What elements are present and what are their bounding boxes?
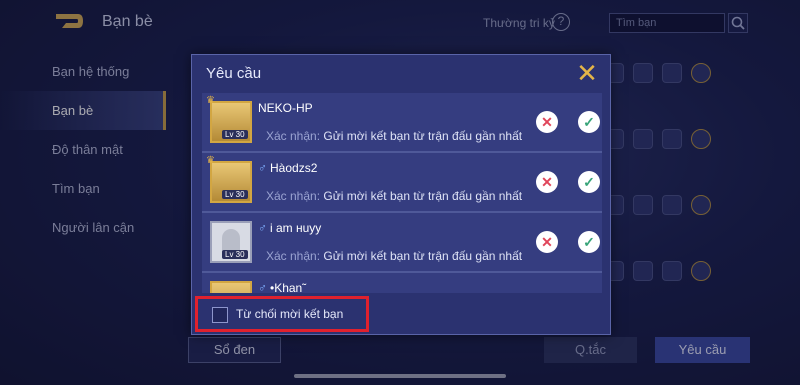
reject-all-checkbox[interactable]	[212, 307, 228, 323]
list-item: ♂ •Khan˜	[202, 273, 602, 293]
reject-button[interactable]: ✕	[536, 171, 558, 193]
crown-icon: ♛	[206, 95, 215, 106]
note-text: Gửi mời kết bạn từ trận đấu gần nhất	[323, 129, 523, 143]
reject-button[interactable]: ✕	[536, 231, 558, 253]
requester-name: NEKO-HP	[258, 101, 313, 115]
reject-all-label: Từ chối mời kết bạn	[236, 307, 344, 321]
requester-name: ♂ i am нuyy	[258, 221, 322, 235]
avatar[interactable]: Lv 30	[210, 101, 252, 143]
close-icon[interactable]: ✕	[574, 60, 600, 87]
avatar[interactable]: Lv 30	[210, 221, 252, 263]
request-list[interactable]: Lv 30 ♛ NEKO-HP Xác nhận: Gửi mời kết bạ…	[202, 93, 602, 293]
male-icon: ♂	[258, 161, 267, 175]
accept-button[interactable]: ✓	[578, 231, 600, 253]
male-icon: ♂	[258, 221, 267, 235]
request-note: Xác nhận: Gửi mời kết bạn từ trận đấu gầ…	[266, 249, 522, 263]
level-badge: Lv 30	[222, 190, 248, 199]
dialog-title: Yêu cầu	[206, 65, 262, 82]
list-item: Lv 30 ♛ ♂ Hàodzs2 Xác nhận: Gửi mời kết b…	[202, 153, 602, 213]
requester-name: ♂ Hàodzs2	[258, 161, 318, 175]
note-text: Gửi mời kết bạn từ trận đấu gần nhất	[323, 249, 523, 263]
request-note: Xác nhận: Gửi mời kết bạn từ trận đấu gầ…	[266, 189, 522, 203]
reject-all-option[interactable]: Từ chối mời kết bạn	[195, 296, 369, 332]
reject-button[interactable]: ✕	[536, 111, 558, 133]
note-label: Xác nhận:	[266, 189, 321, 203]
accept-button[interactable]: ✓	[578, 111, 600, 133]
request-note: Xác nhận: Gửi mời kết bạn từ trận đấu gầ…	[266, 129, 522, 143]
note-label: Xác nhận:	[266, 129, 321, 143]
avatar[interactable]: Lv 30	[210, 161, 252, 203]
friend-requests-dialog: Yêu cầu ✕ Lv 30 ♛ NEKO-HP Xác nhận: Gửi …	[191, 54, 611, 335]
list-item: Lv 30 ♂ i am нuyy Xác nhận: Gửi mời kết b…	[202, 213, 602, 273]
requester-name: ♂ •Khan˜	[258, 281, 307, 293]
male-icon: ♂	[258, 281, 267, 293]
note-text: Gửi mời kết bạn từ trận đấu gần nhất	[323, 189, 523, 203]
list-item: Lv 30 ♛ NEKO-HP Xác nhận: Gửi mời kết bạ…	[202, 93, 602, 153]
avatar[interactable]	[210, 281, 252, 293]
dialog-footer: Từ chối mời kết bạn	[192, 295, 610, 334]
note-label: Xác nhận:	[266, 249, 321, 263]
level-badge: Lv 30	[222, 250, 248, 259]
accept-button[interactable]: ✓	[578, 171, 600, 193]
level-badge: Lv 30	[222, 130, 248, 139]
crown-icon: ♛	[206, 155, 215, 166]
